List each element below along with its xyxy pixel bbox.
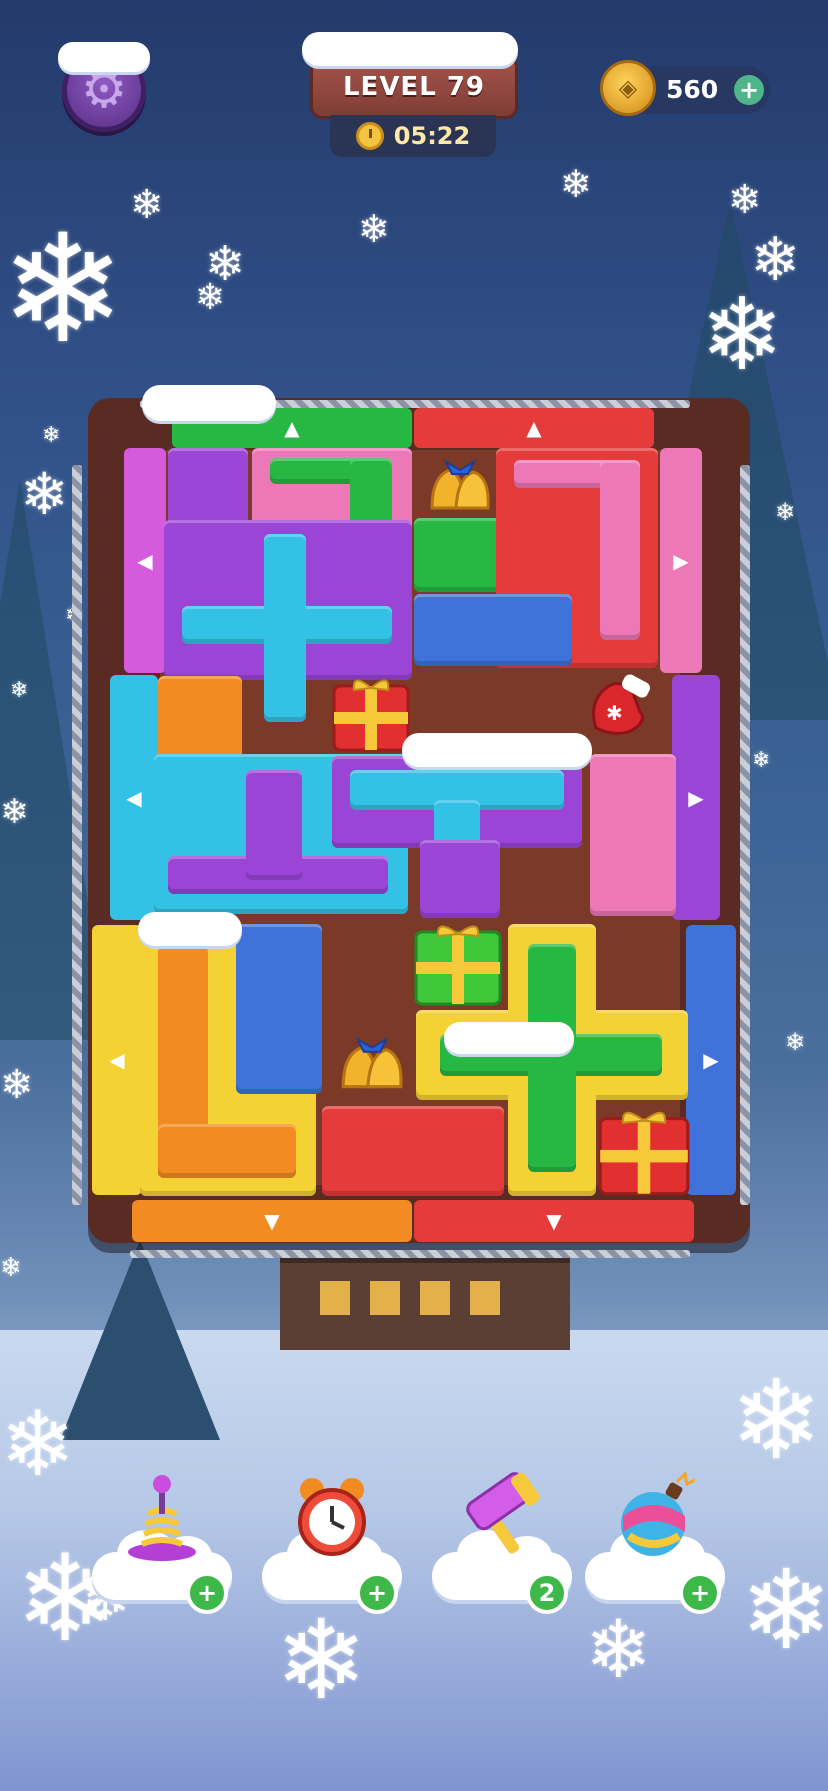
alarm-clock-icon (298, 1478, 366, 1556)
level-label: LEVEL 79 (342, 72, 485, 102)
snow-cap (444, 1022, 574, 1054)
spring-icon (128, 1475, 196, 1561)
gate-left-magenta[interactable]: ◀ (124, 448, 166, 673)
coin-counter: ◈ 560 + (600, 60, 770, 116)
bomb-icon (621, 1472, 695, 1556)
hammer-booster[interactable]: 2 (432, 1452, 572, 1622)
arrow-up-icon: ▲ (284, 416, 300, 440)
block-cyan-cross[interactable] (264, 534, 306, 722)
cabin (280, 1255, 570, 1350)
bells-icon (430, 459, 490, 510)
bomb-booster[interactable]: + (585, 1452, 725, 1622)
snowflake-icon: ❄ (20, 460, 69, 528)
snowflake-icon: ❄ (10, 678, 29, 703)
booster-badge: + (186, 1572, 228, 1614)
booster-badge: + (679, 1572, 721, 1614)
rail (130, 1250, 690, 1258)
clock-icon (355, 122, 384, 150)
block-blue[interactable] (236, 924, 322, 1094)
pine-tree-front (60, 1240, 220, 1440)
snowflake-icon: ❄ (0, 792, 29, 832)
snowflake-icon: ❄ (775, 498, 796, 526)
booster-badge: 2 (526, 1572, 568, 1614)
arrow-right-icon: ▶ (688, 785, 704, 810)
gate-right-blue[interactable]: ▶ (686, 925, 736, 1195)
hammer-icon (466, 1472, 540, 1554)
coin-icon: ◈ (600, 60, 656, 116)
arrow-down-icon: ▼ (264, 1209, 280, 1233)
snow-cap (138, 912, 242, 946)
timer-panel: 05:22 (330, 115, 496, 157)
snow-cap (58, 42, 150, 72)
arrow-right-icon: ▶ (673, 548, 689, 573)
bells-icon (341, 1036, 403, 1089)
alarm-clock-booster[interactable]: + (262, 1452, 402, 1622)
arrow-down-icon: ▼ (546, 1209, 562, 1233)
snowflake-icon: ❄ (730, 1356, 823, 1484)
block-blue[interactable] (414, 594, 572, 666)
snow-cap (142, 385, 276, 421)
gate-bottom-red[interactable]: ▼ (414, 1200, 694, 1242)
arrow-left-icon: ◀ (109, 1048, 125, 1072)
snowflake-icon: ❄ (740, 1546, 828, 1674)
gate-right-purple[interactable]: ▶ (672, 675, 720, 920)
snowflake-icon: ❄ (0, 203, 126, 377)
snowflake-icon: ❄ (585, 1603, 653, 1696)
rail (72, 465, 82, 1205)
block-pink[interactable] (590, 754, 676, 916)
block-purple-T[interactable] (246, 770, 302, 880)
arrow-up-icon: ▲ (526, 416, 542, 440)
arrow-left-icon: ◀ (126, 785, 142, 810)
block-purple-stem[interactable] (420, 840, 500, 918)
gift-icon (598, 1111, 690, 1196)
block-green-cross[interactable] (528, 944, 576, 1172)
snowflake-icon: ❄ (728, 177, 762, 223)
snowflake-icon: ❄ (195, 277, 226, 318)
arrow-left-icon: ◀ (137, 548, 153, 573)
snowflake-icon: ❄ (752, 748, 771, 773)
spring-booster[interactable]: + (92, 1452, 232, 1622)
snowflake-icon: ❄ (130, 182, 164, 228)
add-coins-button[interactable]: + (734, 75, 764, 105)
gate-left-cyan[interactable]: ◀ (110, 675, 158, 920)
timer-text: 05:22 (393, 122, 471, 150)
gift-icon (414, 925, 502, 1006)
gate-top-red[interactable]: ▲ (414, 408, 654, 448)
block-red[interactable] (322, 1106, 504, 1196)
snowflake-icon: ❄ (560, 162, 592, 206)
snowflake-icon: ❄ (42, 423, 61, 448)
snowflake-icon: ❄ (0, 1062, 34, 1108)
snowflake-icon: ❄ (0, 1253, 22, 1283)
snowflake-icon: ❄ (358, 207, 390, 251)
mitten-icon: ✱ (592, 674, 651, 735)
block-pink-L[interactable] (600, 460, 640, 640)
gate-right-pink[interactable]: ▶ (660, 448, 702, 673)
svg-text:✱: ✱ (606, 701, 623, 725)
snow-cap (402, 733, 592, 767)
gate-bottom-orange[interactable]: ▼ (132, 1200, 412, 1242)
coin-amount: 560 (666, 75, 719, 104)
booster-badge: + (356, 1572, 398, 1614)
arrow-right-icon: ▶ (703, 1048, 719, 1072)
gate-left-yellow[interactable]: ◀ (92, 925, 142, 1195)
snowflake-icon: ❄ (700, 276, 784, 393)
rail (740, 465, 750, 1205)
gift-icon (332, 679, 410, 752)
block-orange-L[interactable] (158, 1124, 296, 1178)
snow-cap (302, 32, 518, 66)
snowflake-icon: ❄ (785, 1028, 806, 1056)
snowflake-icon: ❄ (0, 1392, 76, 1497)
